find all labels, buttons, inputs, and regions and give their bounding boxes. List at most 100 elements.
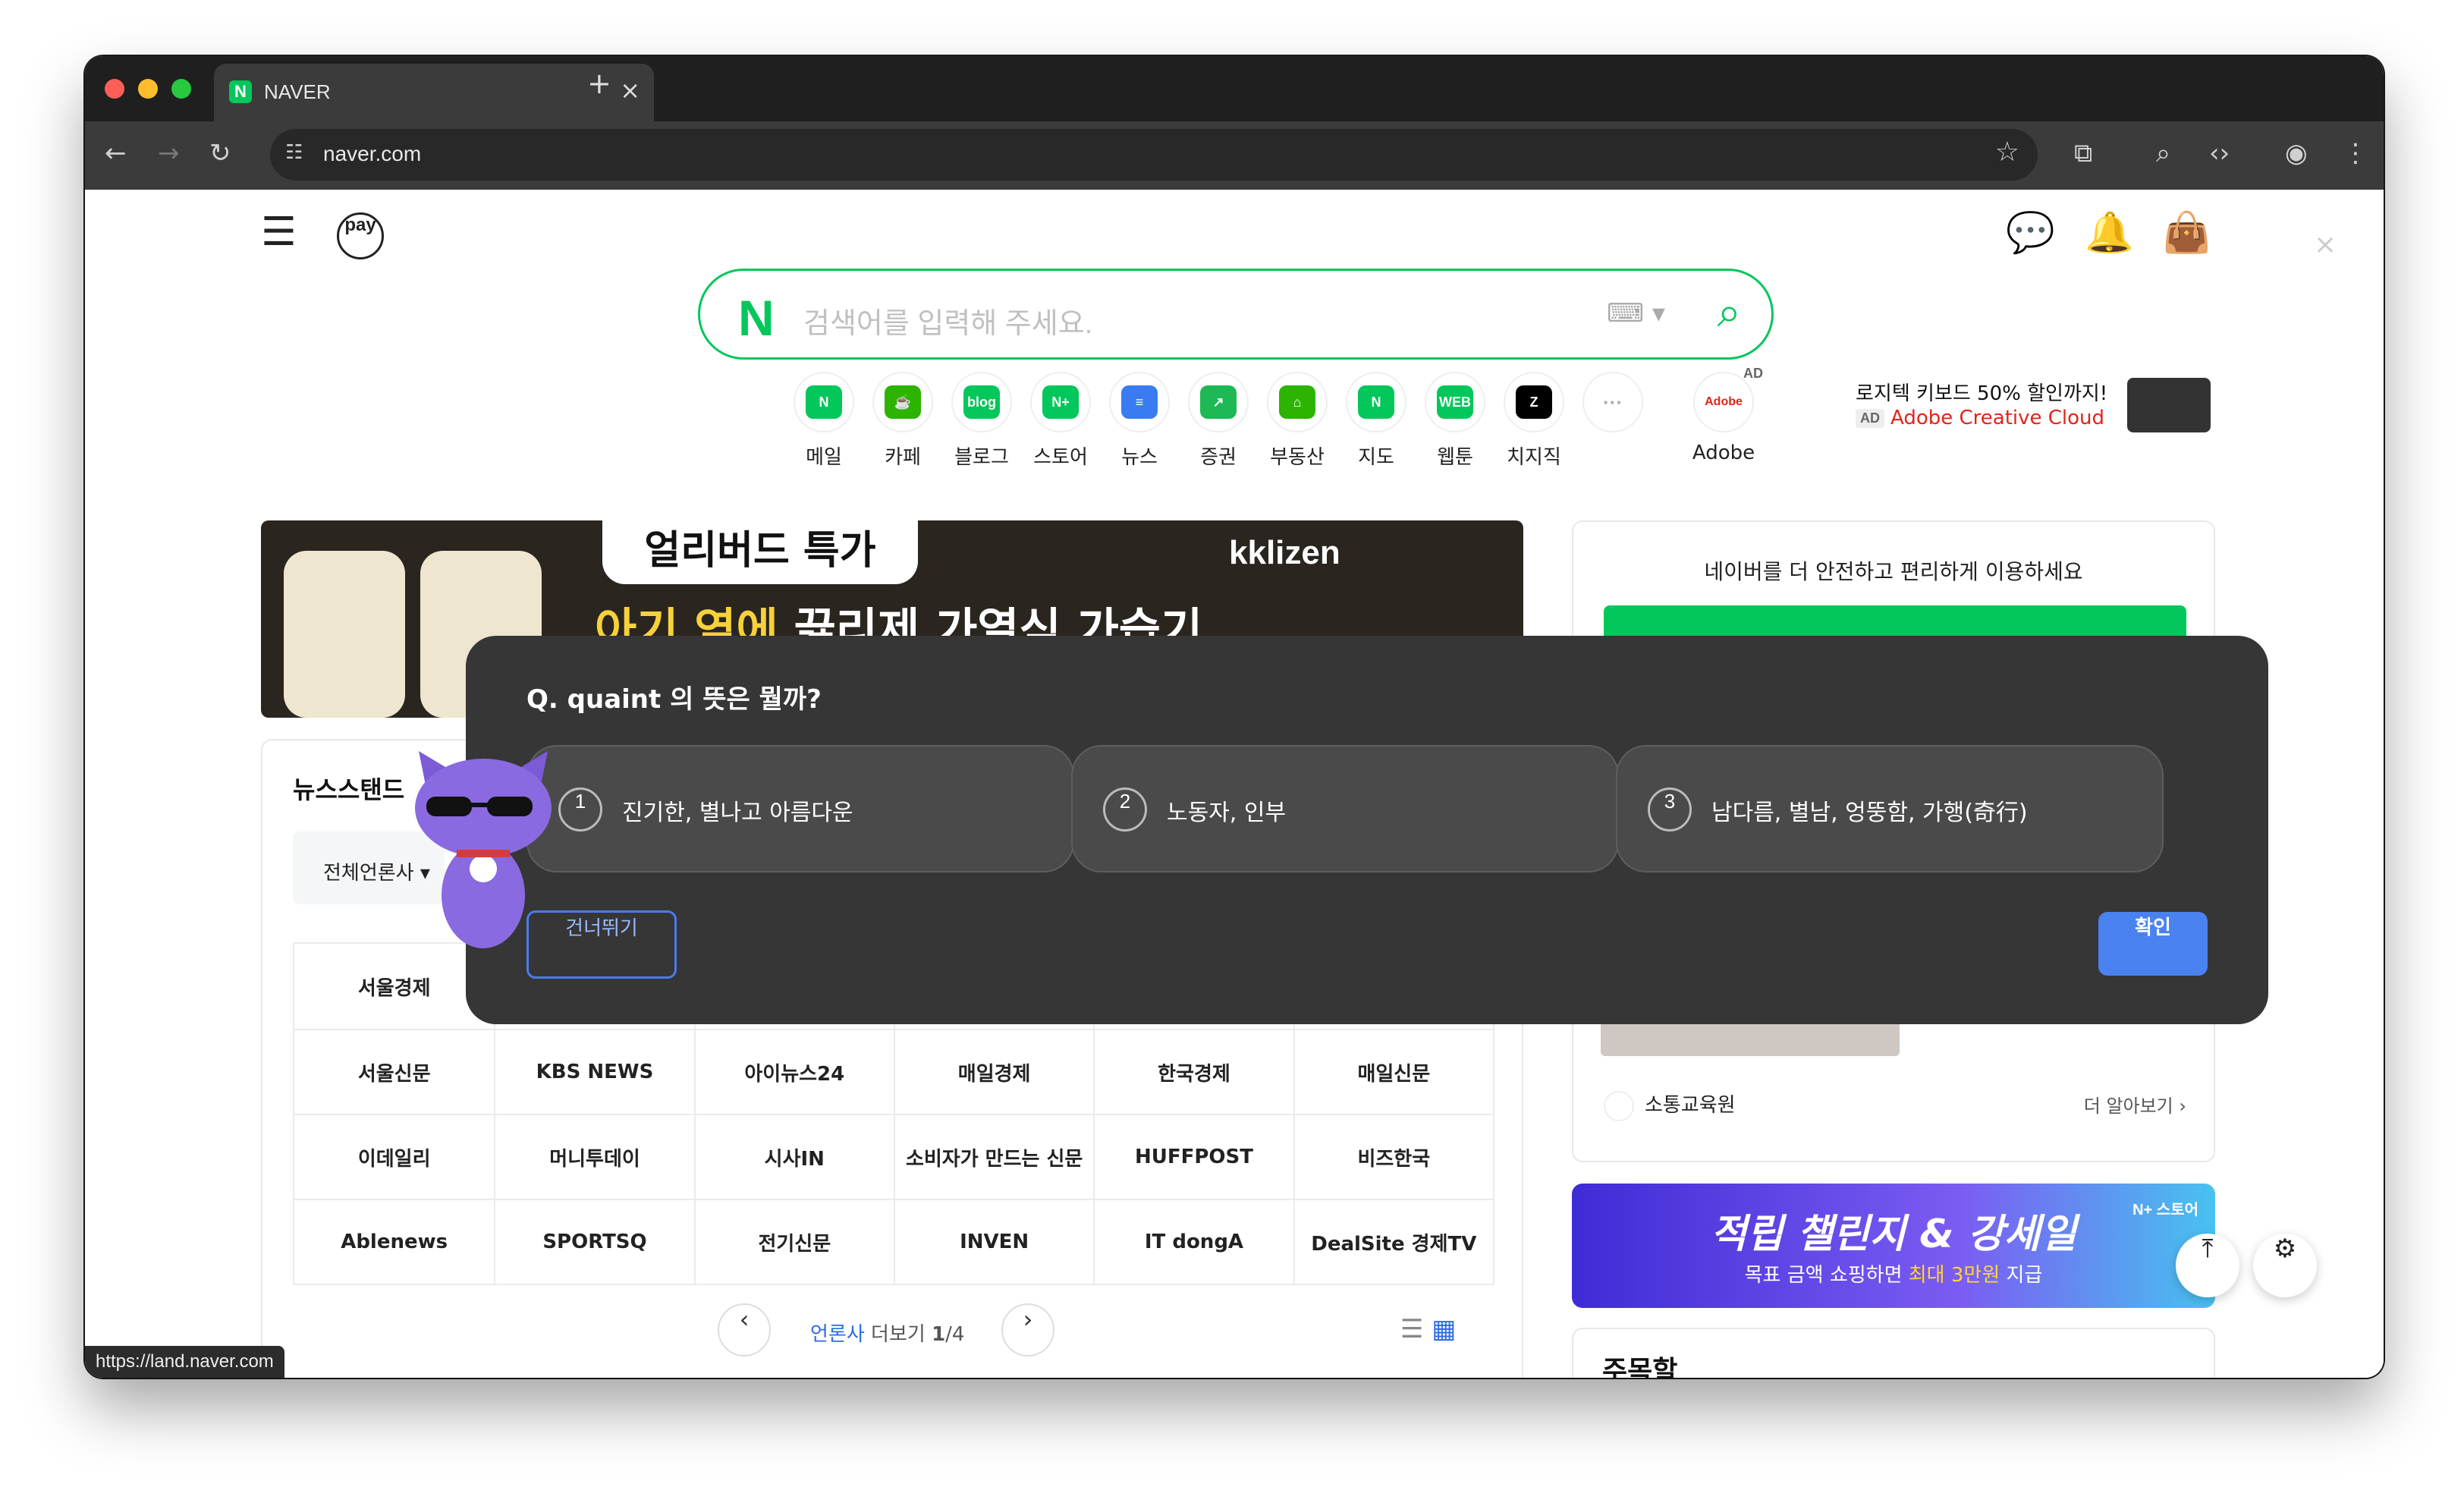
close-tab-icon[interactable]: ×	[620, 76, 640, 105]
newsstand-title: 뉴스스탠드	[293, 775, 405, 804]
maximize-window-button[interactable]	[171, 79, 191, 99]
search-input[interactable]: 검색어를 입력해 주세요.	[803, 300, 1092, 341]
service-news[interactable]: ≡ 뉴스	[1108, 372, 1171, 470]
bookmark-star-icon[interactable]: ☆	[1995, 137, 2019, 168]
option-text: 남다름, 별남, 엉뚱함, 가행(奇行)	[1711, 800, 2028, 826]
address-bar[interactable]: ☷ naver.com ☆	[270, 129, 2038, 181]
hamburger-menu-icon[interactable]: ☰	[261, 209, 297, 255]
service-label: 블로그	[954, 446, 1009, 469]
confirm-button[interactable]: 확인	[2098, 912, 2208, 976]
service-store[interactable]: N+ 스토어	[1029, 372, 1092, 470]
site-settings-icon[interactable]: ☷	[285, 141, 303, 164]
store-banner[interactable]: 적립 챌린지 & 강세일 목표 금액 쇼핑하면 최대 3만원 지급 N+ 스토어	[1572, 1184, 2215, 1308]
more-services-button[interactable]: ···	[1581, 372, 1645, 432]
quiz-option-3[interactable]: 3 남다름, 별남, 엉뚱함, 가행(奇行)	[1616, 745, 2164, 872]
reload-icon[interactable]: ↻	[209, 138, 231, 168]
store-icon: N+	[1030, 372, 1091, 432]
blog-icon: blog	[951, 372, 1012, 432]
pay-button[interactable]: pay	[337, 212, 384, 259]
more-icon: ···	[1582, 372, 1643, 432]
shopping-bag-icon[interactable]: 👜	[2162, 209, 2211, 256]
press-logo[interactable]: HUFFPOST	[1093, 1115, 1293, 1199]
news-icon: ≡	[1109, 372, 1170, 432]
notification-bell-icon[interactable]: 🔔	[2085, 209, 2134, 256]
service-label: 지도	[1358, 446, 1394, 469]
service-label: 카페	[885, 446, 921, 469]
ad-source[interactable]: 소통교육원	[1604, 1089, 1736, 1121]
press-logo[interactable]: SPORTSQ	[494, 1200, 693, 1284]
service-glyph: blog	[963, 385, 1000, 419]
scroll-top-icon[interactable]: ⤒	[2176, 1234, 2239, 1297]
press-logo[interactable]: 소비자가 만드는 신문	[893, 1115, 1093, 1199]
service-stock[interactable]: ↗ 증권	[1186, 372, 1250, 470]
press-row: 이데일리 머니투데이 시사IN 소비자가 만드는 신문 HUFFPOST 비즈한국	[294, 1114, 1493, 1199]
press-logo[interactable]: 시사IN	[693, 1115, 894, 1199]
page-content: ☰ pay 💬 🔔 👜 × N 검색어를 입력해 주세요. ⌨ ▾ ⌕ N 메일 ☕…	[85, 190, 2384, 1378]
grid-view-icon[interactable]: ▦	[1432, 1314, 1456, 1344]
ad-advertiser: Adobe Creative Cloud	[1890, 407, 2105, 429]
press-logo[interactable]: KBS NEWS	[494, 1030, 693, 1114]
quiz-option-2[interactable]: 2 노동자, 인부	[1071, 745, 1619, 872]
press-logo[interactable]: 아이뉴스24	[693, 1030, 894, 1114]
press-row: 서울신문 KBS NEWS 아이뉴스24 매일경제 한국경제 매일신문	[294, 1029, 1493, 1114]
press-logo[interactable]: 매일경제	[893, 1030, 1093, 1114]
quiz-popup: Q. quaint 의 뜻은 뭘까? 1 진기한, 별나고 아름다운 2 노동자, 인…	[466, 636, 2268, 1024]
minimize-window-button[interactable]	[138, 79, 158, 99]
store-banner-headline: 적립 챌린지 & 강세일	[1710, 1212, 2077, 1257]
new-tab-button[interactable]: +	[587, 67, 611, 100]
naver-logo-icon: N	[738, 290, 775, 346]
press-logo[interactable]: 이데일리	[294, 1115, 494, 1199]
press-logo[interactable]: 서울신문	[294, 1030, 494, 1114]
service-cafe[interactable]: ☕ 카페	[871, 372, 935, 470]
tab-strip: N NAVER × +	[85, 56, 2384, 121]
view-toggle: ☰ ▦	[1400, 1314, 1456, 1344]
press-logo[interactable]: Ablenews	[294, 1200, 494, 1284]
store-brand: N+ 스토어	[2132, 1202, 2198, 1218]
banner-tag: 얼리버드 특가	[602, 520, 918, 584]
search-icon[interactable]: ⌕	[1718, 288, 1741, 338]
close-window-button[interactable]	[105, 79, 124, 99]
talk-icon[interactable]: 💬	[2006, 209, 2055, 256]
banner-brand: kklizen	[1229, 534, 1340, 571]
service-realestate[interactable]: ⌂ 부동산	[1265, 372, 1329, 470]
extensions-icon[interactable]: ⧉	[2074, 138, 2092, 168]
service-webtoon[interactable]: WEB 웹툰	[1423, 372, 1487, 470]
service-blog[interactable]: blog 블로그	[950, 372, 1014, 470]
press-logo[interactable]: 머니투데이	[494, 1115, 693, 1199]
service-glyph: N	[1358, 385, 1394, 419]
keyboard-icon[interactable]: ⌨ ▾	[1607, 298, 1665, 329]
mail-icon: N	[794, 372, 854, 432]
option-text: 노동자, 인부	[1167, 800, 1287, 826]
devtools-icon[interactable]: ‹›	[2209, 138, 2230, 168]
press-logo[interactable]: 비즈한국	[1293, 1115, 1493, 1199]
next-page-button[interactable]: ›	[1001, 1303, 1054, 1357]
press-logo[interactable]: DealSite 경제TV	[1293, 1200, 1493, 1284]
learn-more-link[interactable]: 더 알아보기 ›	[2084, 1091, 2186, 1118]
profile-icon[interactable]: ◉	[2285, 138, 2308, 168]
close-ad-icon[interactable]: ×	[2314, 229, 2337, 260]
press-logo[interactable]: 매일신문	[1293, 1030, 1493, 1114]
service-chzzk[interactable]: Z 치지직	[1502, 372, 1566, 470]
back-icon[interactable]: ←	[105, 138, 127, 168]
press-logo[interactable]: IT dongA	[1093, 1200, 1293, 1284]
service-mail[interactable]: N 메일	[792, 372, 856, 470]
list-view-icon[interactable]: ☰	[1400, 1314, 1423, 1344]
prev-page-button[interactable]: ‹	[718, 1303, 771, 1357]
quiz-option-1[interactable]: 1 진기한, 별나고 아름다운	[526, 745, 1074, 872]
press-row: Ablenews SPORTSQ 전기신문 INVEN IT dongA DealSite…	[294, 1199, 1493, 1284]
press-logo[interactable]: INVEN	[893, 1200, 1093, 1284]
settings-gear-icon[interactable]: ⚙	[2253, 1234, 2317, 1297]
source-logo-icon	[1604, 1090, 1634, 1121]
press-logo[interactable]: 서울경제	[294, 944, 494, 1029]
option-text: 진기한, 별나고 아름다운	[622, 800, 853, 826]
search-box[interactable]: N 검색어를 입력해 주세요. ⌨ ▾ ⌕	[698, 269, 1774, 360]
service-adobe[interactable]: Adobe AD Adobe	[1692, 366, 1763, 464]
forward-icon[interactable]: →	[158, 138, 180, 168]
option-number: 3	[1648, 788, 1692, 832]
press-logo[interactable]: 한국경제	[1093, 1030, 1293, 1114]
service-map[interactable]: N 지도	[1344, 372, 1408, 470]
press-logo[interactable]: 전기신문	[693, 1200, 894, 1284]
tab-search-icon[interactable]: ⌕	[2156, 138, 2170, 168]
menu-kebab-icon[interactable]: ⋮	[2343, 138, 2368, 168]
service-label: 웹툰	[1437, 446, 1473, 469]
